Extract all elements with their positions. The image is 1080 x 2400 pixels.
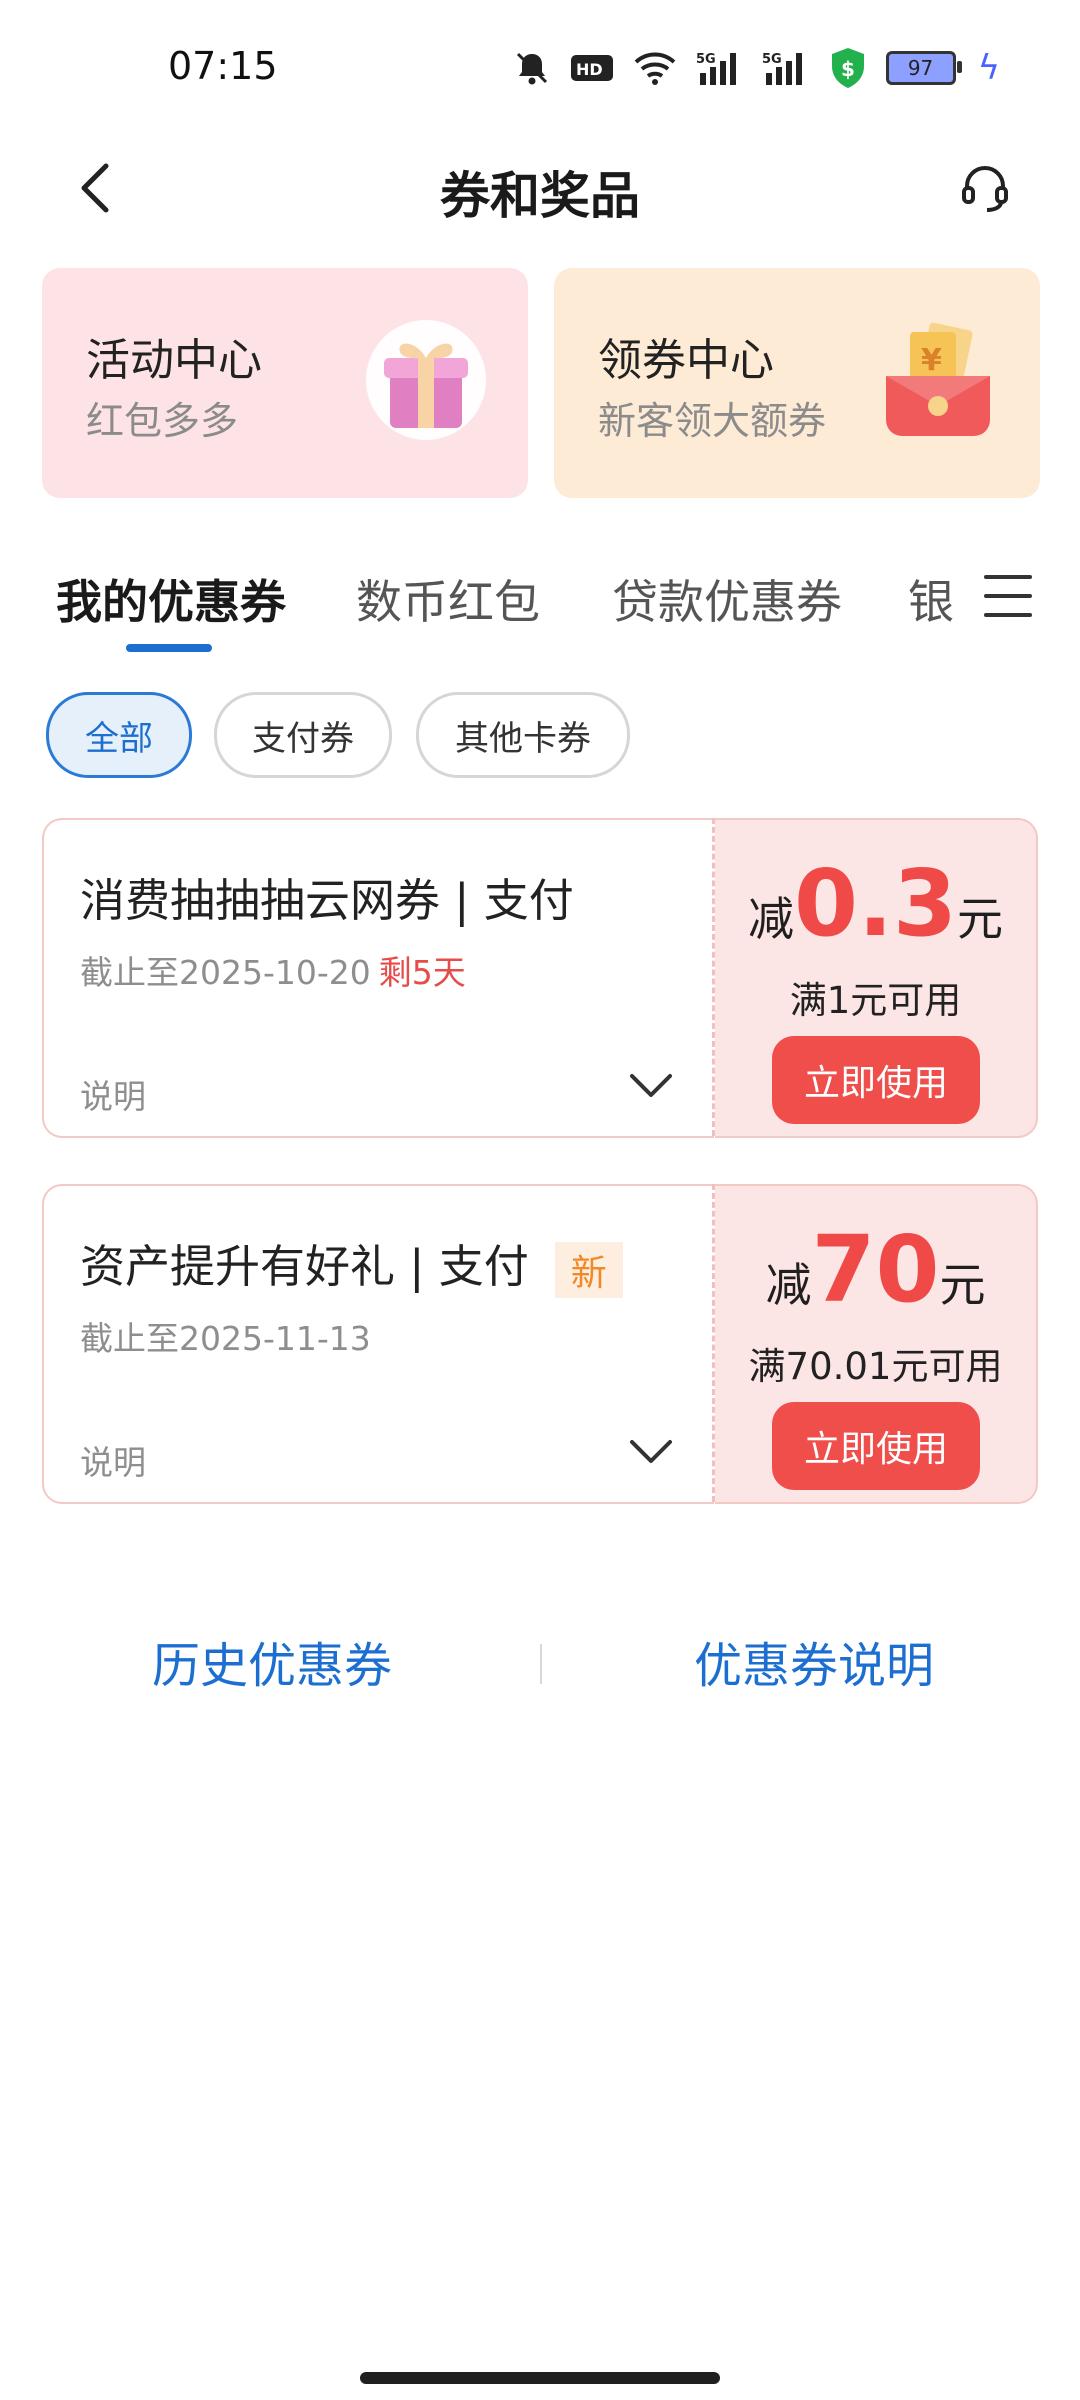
coupon-condition: 满1元可用 — [789, 979, 962, 1022]
battery-level: 97 — [907, 56, 934, 80]
svg-text:¥: ¥ — [921, 343, 942, 378]
coupon-explanation-link[interactable]: 优惠券说明 — [694, 1626, 934, 1696]
footer-divider — [540, 1644, 542, 1684]
active-tab-indicator — [126, 644, 212, 652]
footer-links: 历史优惠券 优惠券说明 — [0, 1620, 1080, 1700]
coupon-description-link[interactable]: 说明 — [80, 1436, 146, 1484]
new-badge: 新 — [554, 1242, 623, 1298]
coupon-tabs: 我的优惠券 数币红包 贷款优惠券 银 — [0, 556, 1080, 652]
history-coupons-link[interactable]: 历史优惠券 — [152, 1626, 392, 1696]
home-indicator[interactable] — [360, 2372, 720, 2384]
customer-service-button[interactable] — [940, 150, 1030, 230]
use-now-button[interactable]: 立即使用 — [772, 1402, 980, 1490]
coupon-amount: 减70元 — [715, 1216, 1036, 1323]
svg-text:5G: 5G — [762, 52, 782, 67]
tab-my-coupons[interactable]: 我的优惠券 — [56, 566, 286, 632]
tab-loan-coupons[interactable]: 贷款优惠券 — [612, 566, 842, 632]
signal-5g-icon-2: 5G — [762, 49, 810, 87]
red-envelope-icon: ¥ — [876, 318, 1000, 442]
coupon-deadline-date: 截止至2025-10-20 — [80, 953, 371, 992]
promo-title: 领券中心 — [598, 335, 774, 386]
coupon-deadline: 截止至2025-11-13 — [80, 1312, 371, 1360]
coupon-remaining: 剩5天 — [378, 953, 466, 992]
coupon-info: 资产提升有好礼 | 支付新 截止至2025-11-13 说明 — [42, 1184, 714, 1504]
status-bar: 07:15 HD 5G 5G $ 97 ϟ — [0, 0, 1080, 130]
signal-5g-icon: 5G — [696, 49, 744, 87]
chevron-down-icon[interactable] — [628, 1434, 674, 1470]
coupon-description-link[interactable]: 说明 — [80, 1070, 146, 1118]
charging-icon: ϟ — [977, 48, 1000, 88]
coupon-name-row: 资产提升有好礼 | 支付新 — [80, 1230, 623, 1298]
coupon-info: 消费抽抽抽云网券 | 支付 截止至2025-10-20 剩5天 说明 — [42, 818, 714, 1138]
coupon-name: 消费抽抽抽云网券 | 支付 — [80, 874, 574, 927]
amount-prefix: 减 — [748, 892, 794, 946]
coupon-name: 资产提升有好礼 | 支付 — [80, 1240, 529, 1293]
amount-value: 0.3 — [794, 850, 957, 957]
header: 券和奖品 — [0, 130, 1080, 250]
coupon-value-panel: 减0.3元 满1元可用 立即使用 — [715, 818, 1038, 1138]
coupon-card: 资产提升有好礼 | 支付新 截止至2025-11-13 说明 减70元 满70.… — [42, 1184, 1038, 1504]
gift-box-icon — [364, 318, 488, 442]
amount-unit: 元 — [956, 892, 1003, 946]
activity-center-card[interactable]: 活动中心 红包多多 — [42, 268, 528, 498]
filter-other-card-coupons[interactable]: 其他卡券 — [416, 692, 630, 778]
wifi-icon — [632, 50, 678, 86]
coupon-card: 消费抽抽抽云网券 | 支付 截止至2025-10-20 剩5天 说明 减0.3元 … — [42, 818, 1038, 1138]
chevron-down-icon[interactable] — [628, 1068, 674, 1104]
amount-prefix: 减 — [765, 1258, 812, 1312]
menu-icon — [982, 573, 1034, 623]
hd-icon: HD — [570, 52, 614, 84]
coupon-condition: 满70.01元可用 — [748, 1345, 1003, 1388]
promo-title: 活动中心 — [86, 335, 262, 386]
coupon-deadline: 截止至2025-10-20 剩5天 — [80, 946, 466, 994]
shield-dollar-icon: $ — [828, 46, 868, 90]
svg-text:HD: HD — [576, 60, 603, 79]
tab-digital-red-packets[interactable]: 数币红包 — [356, 566, 540, 632]
promo-subtitle: 新客领大额券 — [598, 399, 827, 443]
headset-icon — [959, 162, 1011, 218]
tab-bank[interactable]: 银 — [908, 566, 954, 626]
coupon-center-card[interactable]: 领券中心 新客领大额券 ¥ — [554, 268, 1040, 498]
filter-all[interactable]: 全部 — [46, 692, 192, 778]
svg-text:$: $ — [841, 57, 855, 81]
use-now-button[interactable]: 立即使用 — [772, 1036, 980, 1124]
amount-value: 70 — [811, 1216, 940, 1323]
coupon-deadline-date: 截止至2025-11-13 — [80, 1319, 371, 1358]
bell-off-icon — [512, 48, 552, 88]
page-title: 券和奖品 — [440, 167, 640, 225]
filter-payment-coupons[interactable]: 支付券 — [214, 692, 392, 778]
coupon-amount: 减0.3元 — [715, 850, 1036, 957]
svg-text:5G: 5G — [696, 52, 716, 67]
tab-bank-clip: 银 — [908, 566, 966, 626]
coupon-value-panel: 减70元 满70.01元可用 立即使用 — [715, 1184, 1038, 1504]
status-time: 07:15 — [168, 44, 278, 88]
promo-subtitle: 红包多多 — [86, 399, 239, 443]
battery-icon: 97 — [885, 51, 962, 85]
amount-unit: 元 — [939, 1258, 986, 1312]
status-icons: HD 5G 5G $ 97 ϟ — [512, 44, 1000, 92]
tab-menu-button[interactable] — [968, 564, 1048, 632]
